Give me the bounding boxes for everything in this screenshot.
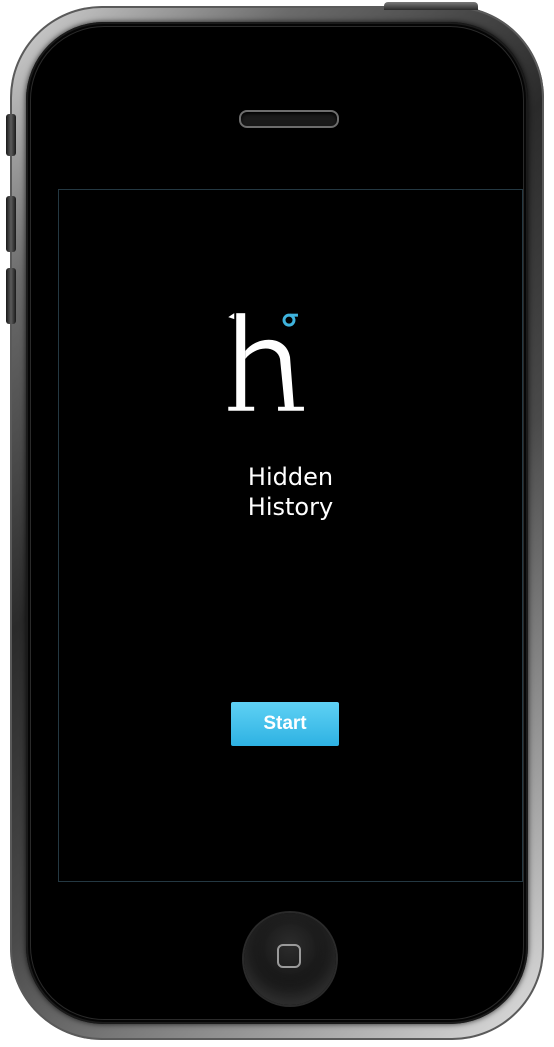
- hidden-history-logo-icon: [228, 313, 304, 411]
- mute-switch: [6, 114, 16, 156]
- sleep-button: [384, 2, 478, 10]
- start-button[interactable]: Start: [231, 702, 339, 746]
- app-screen: Hidden History Start: [58, 189, 523, 882]
- app-title: Hidden History: [59, 462, 522, 522]
- app-title-line-1: Hidden: [247, 463, 334, 491]
- volume-down-button: [6, 268, 16, 324]
- volume-up-button: [6, 196, 16, 252]
- speaker-grille-icon: [239, 110, 339, 128]
- home-button-icon: [277, 944, 301, 968]
- app-title-line-2: History: [247, 493, 334, 521]
- home-button[interactable]: [244, 913, 336, 1005]
